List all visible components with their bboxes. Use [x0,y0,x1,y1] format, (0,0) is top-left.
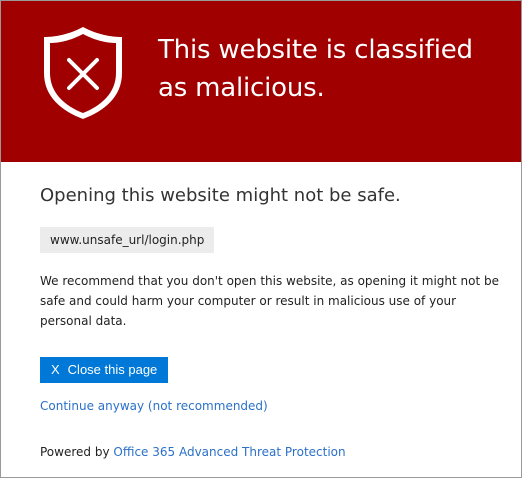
close-page-button[interactable]: X Close this page [40,357,169,383]
blocked-url: www.unsafe_url/login.php [40,227,215,253]
shield-x-icon [44,27,122,119]
warning-subtitle: Opening this website might not be safe. [40,185,401,206]
powered-by: Powered by Office 365 Advanced Threat Pr… [40,443,346,461]
warning-page: This website is classified as malicious.… [0,0,522,478]
recommendation-text: We recommend that you don't open this we… [40,274,499,328]
powered-by-label: Powered by [40,445,110,459]
close-page-label: Close this page [67,362,158,377]
atp-link[interactable]: Office 365 Advanced Threat Protection [113,445,345,459]
banner-title: This website is classified as malicious. [158,35,473,103]
continue-anyway-link[interactable]: Continue anyway (not recommended) [40,397,268,415]
warning-banner: This website is classified as malicious. [1,1,521,162]
close-icon: X [51,362,60,377]
